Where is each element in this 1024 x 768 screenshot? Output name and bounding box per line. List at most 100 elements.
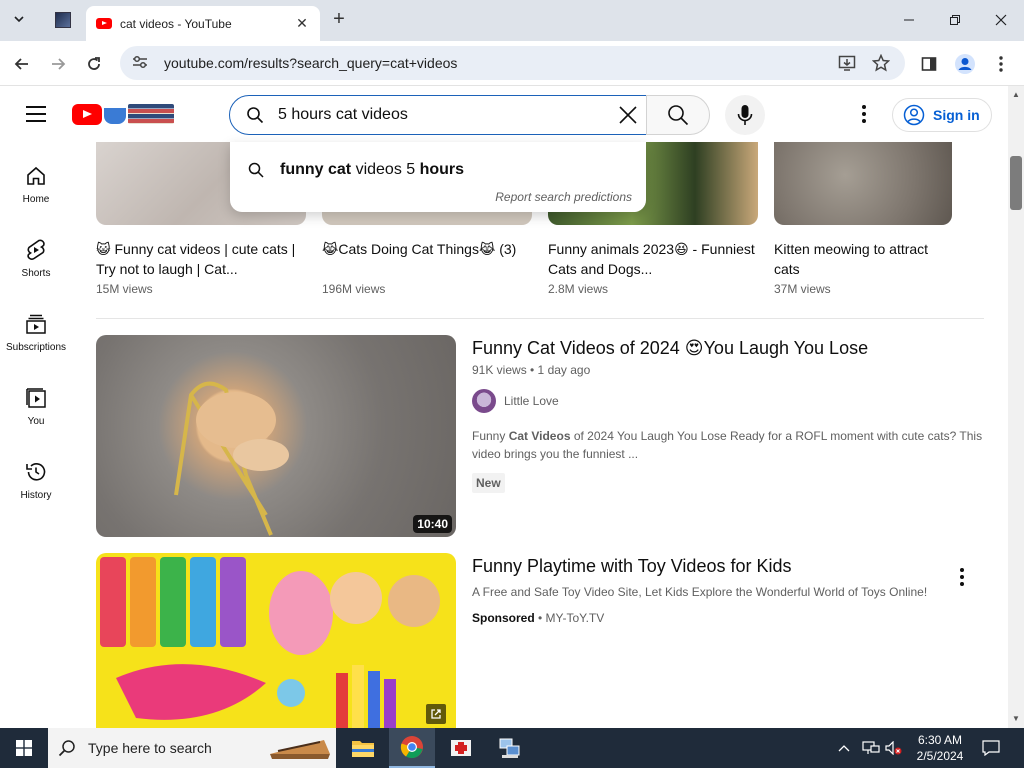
search-suggestion-text[interactable]: funny cat videos 5 hours [280,161,464,179]
video-info: Funny Cat Videos of 2024 😍You Laugh You … [472,335,992,493]
voice-search-button[interactable] [725,95,765,135]
guide-item-shorts[interactable]: Shorts [0,228,72,292]
folder-icon [352,741,374,757]
clear-search-icon[interactable] [616,103,640,127]
tab-title: cat videos - YouTube [120,16,232,31]
toys-illustration [100,557,440,728]
guide-item-home[interactable]: Home [0,154,72,218]
back-button[interactable] [9,51,35,77]
chrome-menu-button[interactable] [988,51,1014,77]
scrollbar-thumb[interactable] [1010,156,1022,210]
address-url[interactable]: youtube.com/results?search_query=cat+vid… [164,55,457,71]
tab-inactive[interactable] [44,6,82,34]
guide-menu-icon[interactable] [26,106,46,122]
windows-logo-icon [16,740,32,756]
browser-tab-strip: cat videos - YouTube ✕ + [0,0,1024,41]
start-button[interactable] [0,728,48,768]
tab-search-button[interactable] [8,8,30,30]
tab-close-icon[interactable]: ✕ [294,15,310,32]
forward-button[interactable] [45,51,71,77]
search-button[interactable] [646,95,710,135]
external-link-icon[interactable] [426,704,446,724]
video-description: Funny Cat Videos of 2024 You Laugh You L… [472,429,983,461]
you-icon [26,388,46,408]
network-computers-icon [499,738,520,758]
ad-meta: Sponsored • MY-ToY.TV [472,611,605,625]
taskbar-app-network[interactable] [487,728,533,768]
ad-result[interactable]: Funny Playtime with Toy Videos for Kids … [96,553,996,728]
channel-name[interactable]: Little Love [504,394,559,408]
notifications-icon[interactable] [982,728,1000,768]
ad-action-menu-button[interactable] [958,567,966,587]
side-panel-button[interactable] [916,51,942,77]
shelf-thumbnail[interactable] [774,142,952,225]
search-input[interactable]: 5 hours cat videos [229,95,647,135]
tab-favicon [55,12,71,28]
scroll-down-arrow-icon[interactable]: ▼ [1012,714,1020,723]
tray-overflow-icon[interactable] [838,728,850,768]
youtube-doodle-icon[interactable] [104,102,174,126]
minimize-button[interactable] [894,8,924,32]
shelf-video-views: 196M views [322,282,386,296]
guide-label-home: Home [22,194,50,205]
profile-button[interactable] [952,51,978,77]
arrow-left-icon [14,58,28,70]
video-duration: 10:40 [413,515,452,533]
reload-button[interactable] [81,51,107,77]
search-query-text[interactable]: 5 hours cat videos [278,106,616,124]
shelf-video-views: 2.8M views [548,282,609,296]
shelf-video-title[interactable]: Funny animals 2023😆 - Funniest Cats and … [548,239,758,279]
shelf-video-title[interactable]: Kitten meowing to attract cats [774,239,952,279]
bookmark-star-icon[interactable] [872,46,890,80]
ad-thumbnail[interactable] [96,553,456,728]
shelf-video-views: 15M views [96,282,153,296]
network-tray-icon[interactable] [862,728,880,768]
video-result[interactable]: 10:40 Funny Cat Videos of 2024 😍You Laug… [96,335,996,537]
search-suggestion-item[interactable]: funny cat videos 5 hours [230,156,646,184]
restore-button[interactable] [940,8,970,32]
ad-advertiser[interactable]: MY-ToY.TV [546,611,605,625]
video-thumbnail[interactable]: 10:40 [96,335,456,537]
report-predictions-link[interactable]: Report search predictions [495,190,632,204]
tab-active[interactable]: cat videos - YouTube ✕ [86,6,320,41]
volume-muted-icon[interactable] [885,728,903,768]
history-icon [26,463,46,481]
page-scrollbar[interactable]: ▲ ▼ [1008,86,1024,728]
account-circle-icon [903,104,925,126]
guide-item-subscriptions[interactable]: Subscriptions [0,302,72,366]
home-icon [27,166,45,185]
channel-avatar[interactable] [472,389,496,413]
youtube-logo-icon[interactable] [72,104,102,125]
taskbar-search-box[interactable]: Type here to search [48,728,336,768]
guide-item-you[interactable]: You [0,376,72,440]
youtube-favicon-icon [96,18,112,29]
minimize-icon [904,19,914,21]
windows-taskbar: Type here to search 6:30 AM 2/5/2024 [0,728,1024,768]
microphone-icon [737,105,753,125]
search-icon [668,105,689,126]
taskbar-clock[interactable]: 6:30 AM 2/5/2024 [905,732,975,764]
address-bar[interactable]: youtube.com/results?search_query=cat+vid… [120,46,905,80]
youtube-header: 5 hours cat videos Sign in [0,86,1010,142]
new-tab-button[interactable]: + [329,8,349,30]
ad-title[interactable]: Funny Playtime with Toy Videos for Kids [472,553,992,579]
taskbar-app-red-cross[interactable] [438,728,484,768]
ad-description: A Free and Safe Toy Video Site, Let Kids… [472,585,928,599]
channel-link[interactable]: Little Love [472,389,992,413]
guide-item-history[interactable]: History [0,450,72,514]
video-title[interactable]: Funny Cat Videos of 2024 😍You Laugh You … [472,335,992,361]
settings-menu-button[interactable] [854,102,874,126]
taskbar-file-explorer[interactable] [340,728,386,768]
scroll-up-arrow-icon[interactable]: ▲ [1012,90,1020,99]
new-badge: New [472,473,505,493]
install-app-icon[interactable] [838,46,856,80]
close-window-button[interactable] [986,8,1016,32]
shorts-icon [27,239,45,260]
site-info-icon[interactable] [132,55,150,72]
shelf-video-title[interactable]: 😹Cats Doing Cat Things😹 (3) [322,239,532,279]
sign-in-button[interactable]: Sign in [892,98,992,132]
taskbar-chrome[interactable] [389,728,435,768]
guide-label-shorts: Shorts [21,268,51,279]
shelf-video-title[interactable]: 😺 Funny cat videos | cute cats | Try not… [96,239,306,279]
shelf-video-card[interactable]: Kitten meowing to attract cats 37M views [774,142,952,296]
